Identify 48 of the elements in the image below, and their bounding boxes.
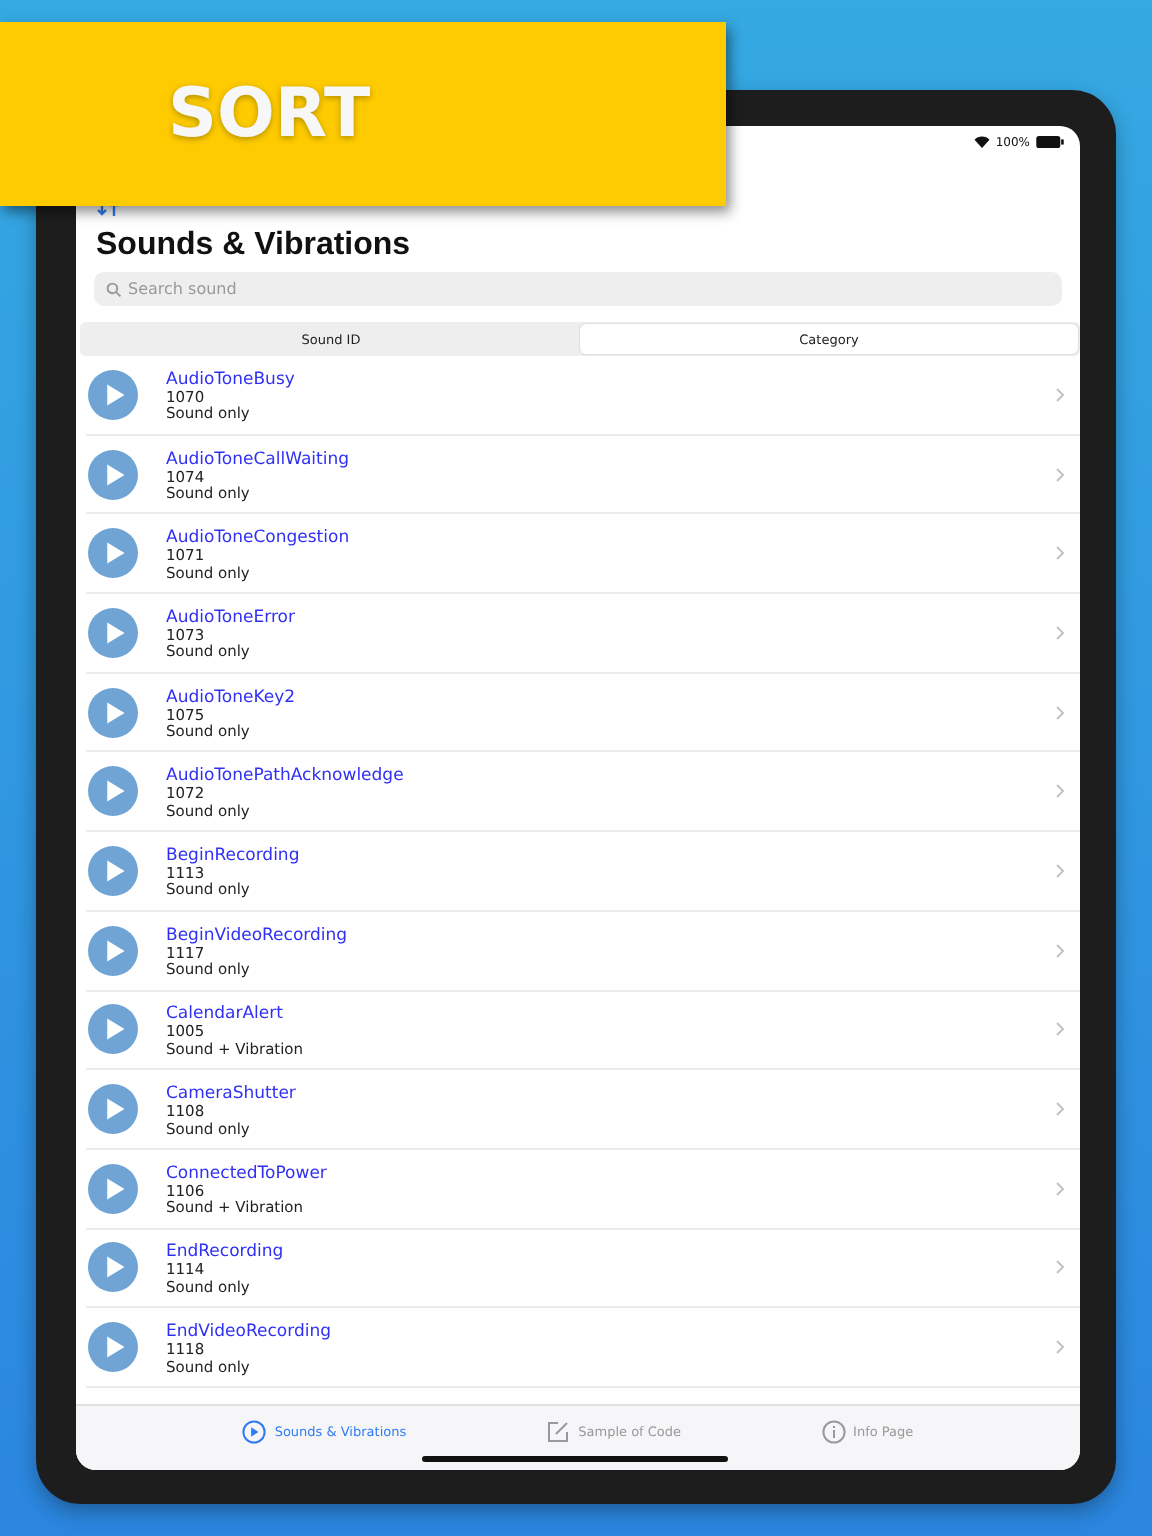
chevron-icon <box>1056 1102 1064 1117</box>
chevron-icon <box>1056 1181 1064 1196</box>
play-icon[interactable] <box>88 766 138 817</box>
wifi-icon <box>973 136 990 148</box>
play-icon[interactable] <box>88 449 138 500</box>
sound-name: CameraShutter <box>166 1084 298 1105</box>
sound-name: ConnectedToPower <box>166 1163 329 1184</box>
sound-name: AudioToneCallWaiting <box>166 449 351 470</box>
play-icon[interactable] <box>88 369 138 420</box>
play-icon[interactable] <box>88 845 138 896</box>
sound-name: AudioTonePathAcknowledge <box>166 766 406 787</box>
sound-name: EndVideoRecording <box>166 1322 333 1343</box>
sound-name: AudioToneError <box>166 607 297 628</box>
chevron-icon <box>1056 467 1064 482</box>
banner-title: SORT <box>168 74 371 154</box>
play-icon <box>242 1420 267 1444</box>
chevron-icon <box>1056 625 1064 640</box>
sound-name: AudioToneKey2 <box>166 687 298 708</box>
chevron-icon <box>1056 1260 1064 1275</box>
battery-icon <box>1036 136 1064 148</box>
play-icon[interactable] <box>88 1004 138 1055</box>
play-icon[interactable] <box>88 1242 138 1293</box>
sound-name: EndRecording <box>166 1242 286 1263</box>
page-title: Sounds & Vibrations <box>94 226 413 266</box>
play-icon[interactable] <box>88 607 138 658</box>
play-icon[interactable] <box>88 1163 138 1214</box>
search-field[interactable]: Search sound <box>94 272 1062 306</box>
sound-name: AudioToneBusy <box>166 369 297 390</box>
info-icon <box>821 1420 846 1444</box>
play-icon[interactable] <box>88 528 138 579</box>
edit-icon <box>546 1420 571 1444</box>
sound-name: BeginVideoRecording <box>166 925 350 946</box>
sound-name: CalendarAlert <box>166 1004 285 1025</box>
play-icon[interactable] <box>88 687 138 738</box>
chevron-icon <box>1056 1340 1064 1355</box>
chevron-icon <box>1056 863 1064 878</box>
play-icon[interactable] <box>88 1084 138 1135</box>
chevron-icon <box>1056 705 1064 720</box>
chevron-icon <box>1056 784 1064 799</box>
chevron-icon <box>1056 546 1064 561</box>
sound-name: AudioToneCongestion <box>166 528 352 549</box>
play-icon[interactable] <box>88 925 138 976</box>
chevron-icon <box>1056 387 1064 402</box>
search-icon <box>106 281 122 297</box>
chevron-icon <box>1056 943 1064 958</box>
play-icon[interactable] <box>88 1322 138 1373</box>
sound-name: BeginRecording <box>166 845 302 866</box>
chevron-icon <box>1056 1022 1064 1037</box>
